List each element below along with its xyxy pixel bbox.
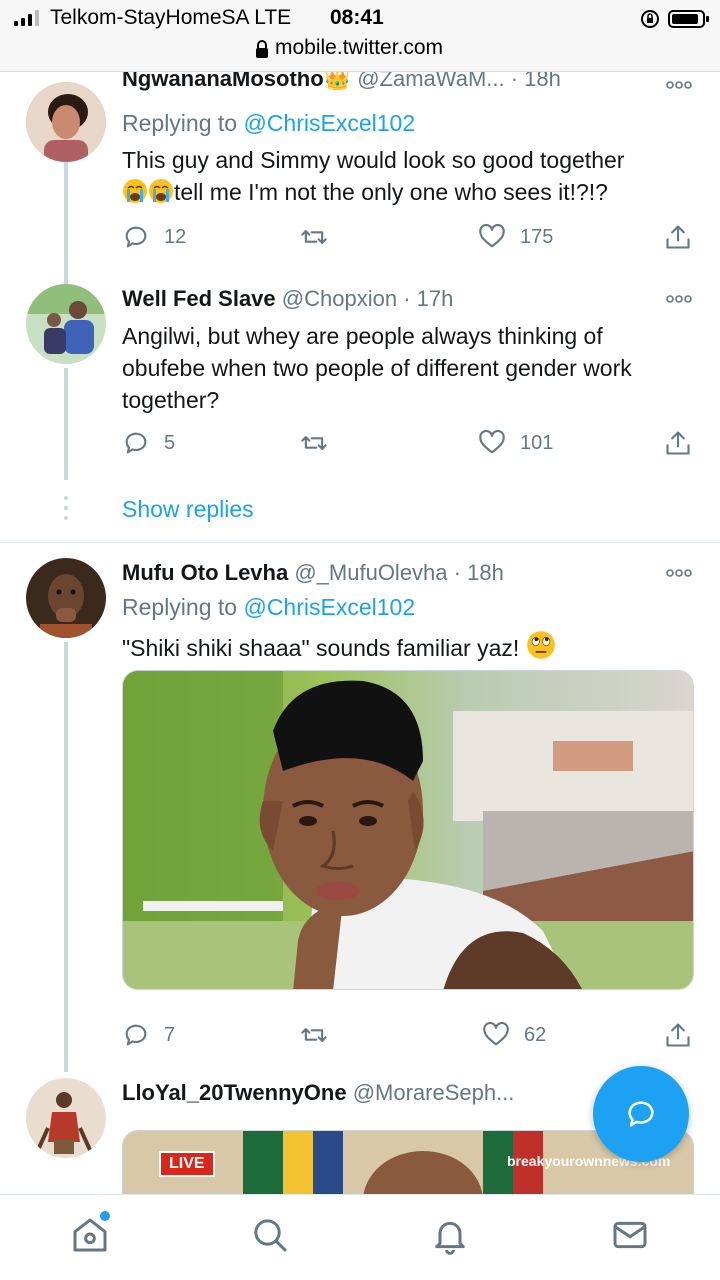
heart-icon	[479, 223, 505, 248]
tweet-header: Well Fed Slave @Chopxion · 17h	[122, 286, 690, 312]
timestamp[interactable]: · 18h	[511, 72, 561, 91]
show-replies-link[interactable]: Show replies	[122, 496, 254, 523]
reply-button[interactable]: 5	[122, 428, 175, 458]
lock-icon	[256, 40, 268, 58]
notifications-icon[interactable]	[430, 1215, 470, 1255]
status-bar: Telkom-StayHomeSA LTE 08:41	[0, 0, 720, 36]
tweet-text: This guy and Simmy would look so good to…	[122, 144, 692, 208]
display-name[interactable]: NgwananaMosotho👑	[122, 72, 351, 91]
tweet-actions: 7 62	[122, 1020, 692, 1050]
tweet-actions: 12 175	[122, 222, 692, 252]
handle[interactable]: @Chopxion	[282, 286, 397, 311]
avatar[interactable]	[26, 284, 106, 364]
home-icon[interactable]	[70, 1215, 110, 1255]
notification-dot	[100, 1211, 110, 1221]
mention-link[interactable]: @ChrisExcel102	[243, 110, 415, 136]
tweet-text-line-2-text: tell me I'm not the only one who sees it…	[174, 179, 608, 205]
like-button[interactable]: 175	[478, 222, 553, 252]
timestamp[interactable]: · 18h	[454, 560, 504, 585]
reply-button[interactable]: 12	[122, 222, 186, 252]
handle[interactable]: @MorareSeph...	[353, 1080, 515, 1105]
compose-tweet-button[interactable]	[593, 1066, 689, 1162]
display-name[interactable]: Mufu Oto Levha	[122, 560, 288, 585]
loudly-crying-face-icon	[123, 179, 147, 203]
tweet-text: "Shiki shiki shaaa" sounds familiar yaz!	[122, 630, 692, 664]
tweet-text-line-1: This guy and Simmy would look so good to…	[122, 147, 625, 173]
display-name[interactable]: Well Fed Slave	[122, 286, 276, 311]
tweet-header: NgwananaMosotho👑 @ZamaWaM... · 18h	[122, 72, 690, 92]
clock: 08:41	[330, 6, 384, 29]
rolling-eyes-face-icon	[526, 631, 555, 659]
loudly-crying-face-icon	[149, 179, 173, 203]
thread-line	[64, 368, 68, 480]
timeline[interactable]: NgwananaMosotho👑 @ZamaWaM... · 18h Reply…	[0, 72, 720, 1194]
tweet-1[interactable]: NgwananaMosotho👑 @ZamaWaM... · 18h Reply…	[0, 72, 720, 302]
search-icon[interactable]	[250, 1215, 290, 1255]
tweet-header: Mufu Oto Levha @_MufuOlevha · 18h	[122, 560, 690, 586]
share-button[interactable]	[664, 222, 692, 252]
share-button[interactable]	[664, 428, 692, 458]
replying-to: Replying to @ChrisExcel102	[122, 110, 415, 137]
handle[interactable]: @_MufuOlevha	[294, 560, 447, 585]
replying-to: Replying to @ChrisExcel102	[122, 594, 415, 621]
like-count: 101	[520, 431, 554, 454]
divider	[0, 542, 720, 543]
url-text[interactable]: mobile.twitter.com	[275, 36, 443, 60]
thread-dots	[64, 496, 68, 526]
tweet-photo[interactable]	[122, 670, 694, 990]
thread-line	[64, 642, 68, 1072]
avatar[interactable]	[26, 82, 106, 162]
more-options-icon[interactable]	[666, 294, 692, 304]
retweet-icon	[301, 436, 327, 450]
messages-icon[interactable]	[610, 1215, 650, 1255]
url-bar[interactable]: mobile.twitter.com	[0, 36, 720, 72]
bottom-nav	[0, 1194, 720, 1280]
share-button[interactable]	[664, 1020, 692, 1050]
retweet-icon	[301, 230, 327, 244]
retweet-icon	[301, 1028, 327, 1042]
timestamp[interactable]: · 17h	[403, 286, 453, 311]
heart-icon	[479, 429, 505, 454]
reply-icon	[125, 1024, 147, 1046]
tweet-text: Angilwi, but whey are people always thin…	[122, 323, 632, 413]
avatar[interactable]	[26, 1078, 106, 1158]
orientation-lock-icon	[641, 10, 659, 28]
compose-bubble-icon	[628, 1101, 654, 1127]
tweet-actions: 5 101	[122, 428, 692, 458]
retweet-button[interactable]	[300, 222, 328, 252]
reply-count: 7	[164, 1023, 176, 1046]
tweet-text-line-2: tell me I'm not the only one who sees it…	[122, 176, 692, 208]
reply-count: 12	[164, 225, 187, 248]
tweet-2[interactable]: Well Fed Slave @Chopxion · 17h Angilwi, …	[0, 278, 720, 540]
share-icon	[666, 225, 690, 249]
more-options-icon[interactable]	[666, 80, 692, 90]
tweet-text-content: "Shiki shiki shaaa" sounds familiar yaz!	[122, 635, 520, 661]
like-count: 62	[524, 1023, 547, 1046]
share-icon	[666, 431, 690, 455]
avatar[interactable]	[26, 558, 106, 638]
battery-icon	[668, 10, 709, 28]
reply-icon	[125, 226, 147, 248]
signal-icon	[14, 10, 39, 26]
like-count: 175	[520, 225, 554, 248]
mention-link[interactable]: @ChrisExcel102	[243, 594, 415, 620]
tweet-header: LloYal_20TwennyOne @MorareSeph...	[122, 1080, 570, 1106]
reply-icon	[125, 432, 147, 454]
handle[interactable]: @ZamaWaM...	[357, 72, 504, 91]
replying-to-label: Replying to	[122, 110, 238, 136]
retweet-button[interactable]	[300, 428, 328, 458]
reply-button[interactable]: 7	[122, 1020, 175, 1050]
like-button[interactable]: 62	[482, 1020, 546, 1050]
tweet-3[interactable]: Mufu Oto Levha @_MufuOlevha · 18h Replyi…	[0, 552, 720, 1072]
live-badge: LIVE	[159, 1151, 215, 1177]
display-name[interactable]: LloYal_20TwennyOne	[122, 1080, 347, 1105]
reply-count: 5	[164, 431, 176, 454]
heart-icon	[483, 1021, 509, 1046]
like-button[interactable]: 101	[478, 428, 553, 458]
retweet-button[interactable]	[300, 1020, 328, 1050]
replying-to-label: Replying to	[122, 594, 238, 620]
share-icon	[666, 1023, 690, 1047]
carrier-label: Telkom-StayHomeSA LTE	[50, 6, 292, 29]
more-options-icon[interactable]	[666, 568, 692, 578]
